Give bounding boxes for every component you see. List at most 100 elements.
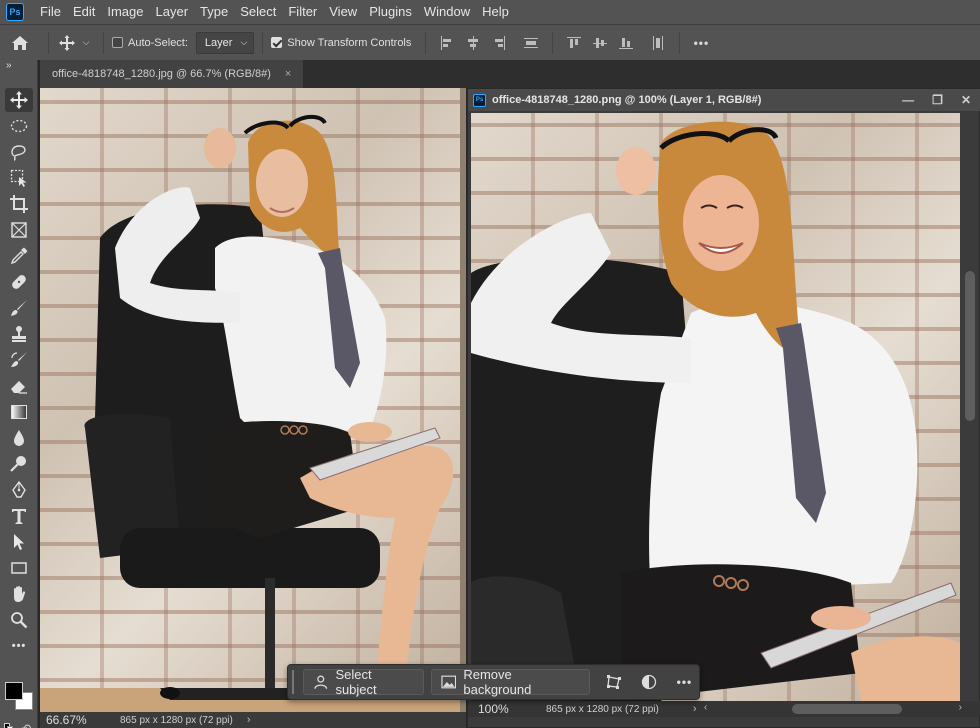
frame-tool-icon[interactable]	[5, 218, 33, 242]
horizontal-scrollbar-thumb[interactable]	[792, 704, 902, 714]
menu-help[interactable]: Help	[476, 0, 515, 24]
show-transform-controls-label: Show Transform Controls	[287, 36, 412, 49]
document-canvas-original[interactable]	[40, 88, 466, 712]
menu-type[interactable]: Type	[194, 0, 234, 24]
auto-select-target-dropdown[interactable]: Layer ⌵	[195, 31, 255, 54]
scroll-left-icon[interactable]: ‹	[704, 702, 707, 713]
object-selection-tool-icon[interactable]	[5, 166, 33, 190]
document-tab-title: office-4818748_1280.jpg @ 66.7% (RGB/8#)	[52, 68, 271, 80]
document-dimensions: 865 px x 1280 px (72 ppi)	[120, 714, 233, 726]
hand-tool-icon[interactable]	[5, 582, 33, 606]
home-icon[interactable]	[0, 35, 40, 51]
window-title-bar[interactable]: Ps office-4818748_1280.png @ 100% (Layer…	[468, 89, 980, 111]
vertical-scrollbar[interactable]	[961, 113, 979, 701]
close-icon[interactable]: ×	[285, 68, 291, 80]
photo-original-image	[40, 88, 466, 712]
marquee-tool-icon[interactable]	[5, 114, 33, 138]
menu-bar: Ps File Edit Image Layer Type Select Fil…	[0, 0, 980, 24]
document-tab[interactable]: office-4818748_1280.jpg @ 66.7% (RGB/8#)…	[40, 60, 304, 88]
auto-select-target-value: Layer	[204, 36, 233, 49]
document-tab-strip: office-4818748_1280.jpg @ 66.7% (RGB/8#)…	[40, 60, 980, 88]
status-menu-chevron-icon[interactable]: ›	[693, 703, 697, 715]
zoom-level[interactable]: 66.67%	[40, 713, 110, 727]
document-canvas-edited[interactable]	[471, 113, 960, 701]
swap-colors-icon[interactable]: ↶	[22, 722, 31, 728]
auto-select-checkbox[interactable]	[112, 37, 123, 48]
blur-tool-icon[interactable]	[5, 426, 33, 450]
select-subject-button[interactable]: Select subject	[302, 667, 424, 697]
distribute-horizontal-icon[interactable]	[651, 35, 665, 50]
eyedropper-tool-icon[interactable]	[5, 244, 33, 268]
photoshop-logo: Ps	[6, 3, 24, 21]
scroll-right-icon[interactable]: ›	[959, 702, 962, 713]
menu-view[interactable]: View	[323, 0, 363, 24]
move-tool-preset-icon[interactable]	[57, 34, 77, 51]
healing-brush-tool-icon[interactable]	[5, 270, 33, 294]
divider	[552, 31, 554, 54]
more-options-icon[interactable]: •••	[670, 669, 699, 695]
gradient-tool-icon[interactable]	[5, 400, 33, 424]
move-tool-icon[interactable]	[5, 88, 33, 112]
chevron-down-icon[interactable]: ⌵	[77, 37, 95, 48]
divider	[262, 31, 264, 54]
distribute-vertical-icon[interactable]	[524, 36, 539, 50]
transform-icon[interactable]	[600, 669, 629, 695]
floating-document-window: Ps office-4818748_1280.png @ 100% (Layer…	[467, 88, 980, 728]
minimize-icon[interactable]: —	[902, 93, 914, 107]
lasso-tool-icon[interactable]	[5, 140, 33, 164]
menu-select[interactable]: Select	[234, 0, 282, 24]
clone-stamp-tool-icon[interactable]	[5, 322, 33, 346]
menu-image[interactable]: Image	[101, 0, 149, 24]
vertical-scrollbar-thumb[interactable]	[965, 271, 975, 421]
remove-background-label: Remove background	[463, 667, 532, 697]
eraser-tool-icon[interactable]	[5, 374, 33, 398]
horizontal-scrollbar[interactable]: ‹ ›	[704, 702, 962, 716]
expand-panel-icon[interactable]: »	[6, 60, 12, 71]
zoom-tool-icon[interactable]	[5, 608, 33, 632]
menu-filter[interactable]: Filter	[282, 0, 323, 24]
brush-tool-icon[interactable]	[5, 296, 33, 320]
show-transform-controls-checkbox[interactable]	[271, 37, 283, 48]
pen-tool-icon[interactable]	[5, 478, 33, 502]
crop-tool-icon[interactable]	[5, 192, 33, 216]
photo-edited-image	[471, 121, 960, 701]
divider	[679, 31, 681, 54]
more-tools-icon[interactable]: •••	[5, 634, 33, 658]
status-bar-original: 66.67% 865 px x 1280 px (72 ppi) ›	[40, 712, 466, 728]
menu-file[interactable]: File	[34, 0, 67, 24]
zoom-level[interactable]: 100%	[468, 702, 538, 716]
align-right-edges-icon[interactable]	[492, 35, 506, 50]
menu-edit[interactable]: Edit	[67, 0, 101, 24]
divider	[425, 31, 427, 54]
menu-layer[interactable]: Layer	[150, 0, 195, 24]
tools-panel: » •••	[0, 60, 38, 728]
rectangle-tool-icon[interactable]	[5, 556, 33, 580]
align-top-edges-icon[interactable]	[567, 36, 582, 50]
type-tool-icon[interactable]	[5, 504, 33, 528]
default-colors-icon[interactable]	[4, 723, 14, 728]
restore-icon[interactable]: ❐	[932, 93, 943, 107]
adjustment-layer-icon[interactable]	[635, 669, 664, 695]
menu-window[interactable]: Window	[418, 0, 476, 24]
remove-background-button[interactable]: Remove background	[430, 667, 590, 697]
status-menu-chevron-icon[interactable]: ›	[247, 714, 251, 726]
chevron-down-icon: ⌵	[240, 37, 248, 47]
window-title: office-4818748_1280.png @ 100% (Layer 1,…	[492, 94, 762, 106]
align-bottom-edges-icon[interactable]	[619, 36, 634, 50]
drag-handle[interactable]	[292, 670, 296, 694]
close-icon[interactable]: ✕	[961, 93, 971, 107]
dodge-tool-icon[interactable]	[5, 452, 33, 476]
foreground-color-swatch[interactable]	[5, 682, 23, 700]
image-icon	[441, 675, 456, 689]
photoshop-file-icon: Ps	[473, 93, 486, 107]
divider	[48, 31, 49, 54]
options-bar: ⌵ Auto-Select: Layer ⌵ Show Transform Co…	[0, 24, 980, 60]
align-vertical-centers-icon[interactable]	[593, 36, 608, 50]
history-brush-tool-icon[interactable]	[5, 348, 33, 372]
align-horizontal-centers-icon[interactable]	[466, 35, 480, 50]
align-left-edges-icon[interactable]	[440, 35, 454, 50]
path-selection-tool-icon[interactable]	[5, 530, 33, 554]
window-controls: — ❐ ✕	[902, 89, 971, 111]
menu-plugins[interactable]: Plugins	[363, 0, 418, 24]
more-options-icon[interactable]: •••	[688, 36, 714, 50]
